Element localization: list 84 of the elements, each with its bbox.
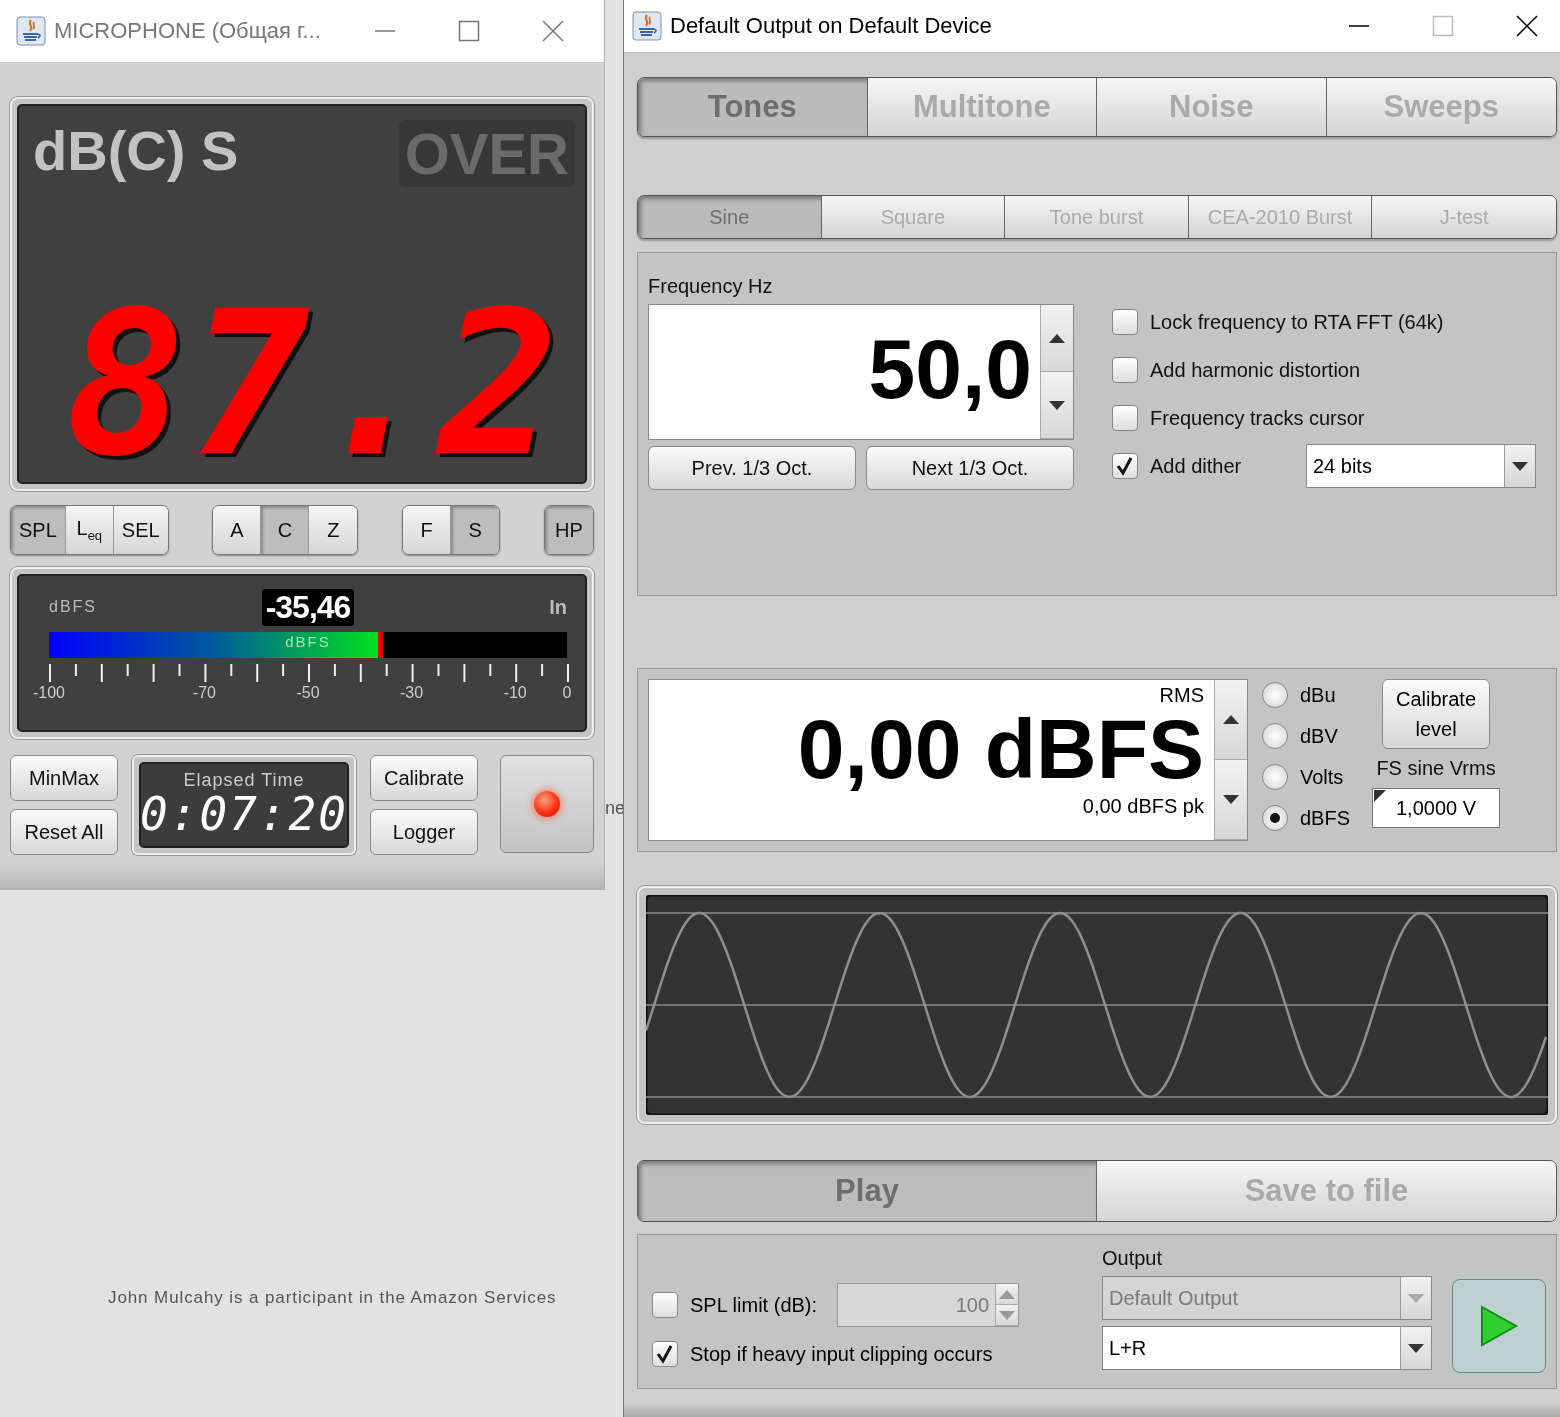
checkbox-label: Add harmonic distortion <box>1150 358 1361 382</box>
elapsed-time: 0:07:20 <box>140 791 348 837</box>
mode-button[interactable]: F <box>403 506 452 554</box>
next-octave-button[interactable]: Next 1/3 Oct. <box>866 446 1074 490</box>
action-button[interactable]: Calibrate <box>370 755 478 801</box>
scale-label: -10 <box>503 684 527 702</box>
scale-label: -30 <box>400 684 424 702</box>
prev-octave-button[interactable]: Prev. 1/3 Oct. <box>648 446 856 490</box>
checkbox[interactable] <box>652 1341 678 1367</box>
mode-button[interactable]: HP <box>544 506 593 554</box>
field-label: Frequency Hz <box>648 275 773 297</box>
maximize-icon[interactable] <box>458 20 480 42</box>
dropdown-arrow-icon <box>1408 1293 1424 1303</box>
mode-button[interactable]: C <box>261 506 310 554</box>
record-button[interactable] <box>500 755 594 853</box>
corner-mark-icon <box>1374 790 1387 802</box>
checkbox-label: Frequency tracks cursor <box>1150 406 1365 430</box>
radio-label: dBV <box>1300 724 1338 748</box>
mode-button[interactable]: A <box>213 506 262 554</box>
checkmark-icon <box>656 1344 674 1364</box>
dither-dropdown[interactable]: 24 bits <box>1306 444 1536 488</box>
calibrate-level-button[interactable]: Calibrate level <box>1382 679 1491 749</box>
play-icon <box>1479 1304 1519 1348</box>
coffee-cup-icon <box>16 16 46 46</box>
mode-button[interactable]: S <box>451 506 500 554</box>
up-arrow-icon <box>999 1289 1016 1299</box>
coffee-cup-icon <box>632 11 662 41</box>
channel-dropdown[interactable]: L+R <box>1102 1326 1432 1370</box>
radio-label: dBu <box>1300 683 1336 707</box>
weighting-label: dB(C) S <box>33 118 239 183</box>
radio-button[interactable] <box>1262 682 1288 708</box>
close-icon[interactable] <box>1516 15 1538 37</box>
radio-button[interactable] <box>1262 723 1288 749</box>
maximize-icon[interactable] <box>1432 15 1454 37</box>
mode-button[interactable]: SEL <box>113 506 168 554</box>
unit-label: dBFS <box>49 598 98 616</box>
window-title: MICROPHONE (Общая г... <box>54 18 322 44</box>
checkbox[interactable] <box>1112 357 1138 383</box>
field-label: Output <box>1102 1247 1164 1270</box>
spin-up-button[interactable] <box>1215 680 1247 760</box>
spin-up-button[interactable] <box>1041 305 1073 372</box>
action-button[interactable]: MinMax <box>10 755 118 801</box>
level-reading: 87.2 <box>65 267 563 500</box>
window-title: Default Output on Default Device <box>670 13 993 39</box>
up-arrow-icon <box>1223 715 1239 724</box>
checkbox[interactable] <box>1112 309 1138 335</box>
checkbox-label: Add dither <box>1150 454 1242 478</box>
mode-button[interactable]: L$_{eq}$ <box>65 506 114 554</box>
channel-label: In <box>548 595 567 619</box>
dropdown-arrow-icon <box>1408 1343 1424 1353</box>
down-arrow-icon <box>1223 795 1239 804</box>
level-field[interactable]: RMS 0,00 dBFS 0,00 dBFS pk <box>648 679 1248 841</box>
checkbox[interactable] <box>1112 405 1138 431</box>
mode-button[interactable]: SPL <box>11 506 66 554</box>
action-button[interactable]: Logger <box>370 809 478 855</box>
checkbox[interactable] <box>1112 453 1138 479</box>
dropdown-arrow-icon <box>1512 461 1528 471</box>
frequency-field[interactable]: 50,0 <box>648 304 1074 440</box>
vrms-field[interactable]: 1,0000 V <box>1372 788 1501 828</box>
action-button[interactable]: Reset All <box>10 809 118 855</box>
checkbox-label: SPL limit (dB): <box>690 1293 818 1317</box>
checkmark-icon <box>1116 456 1134 476</box>
radio-label: dBFS <box>1300 806 1351 830</box>
spin-down-button[interactable] <box>1215 760 1247 840</box>
field-label: FS sine Vrms <box>1376 757 1496 780</box>
play-button[interactable] <box>1452 1279 1546 1373</box>
checkbox-label: Stop if heavy input clipping occurs <box>690 1342 993 1366</box>
mode-button[interactable]: Z <box>309 506 358 554</box>
up-arrow-icon <box>1049 333 1065 343</box>
scale-label: -50 <box>296 684 320 702</box>
scale-label: -70 <box>192 684 216 702</box>
checkbox-label: Lock frequency to RTA FFT (64k) <box>1150 310 1444 334</box>
scale-label: -100 <box>33 684 65 702</box>
level-value: -35,46 <box>261 588 355 626</box>
scale-label: 0 <box>562 684 572 702</box>
bar-label: dBFS <box>285 633 331 650</box>
radio-button[interactable] <box>1262 805 1288 831</box>
down-arrow-icon <box>1049 400 1065 410</box>
radio-label: Volts <box>1300 765 1344 789</box>
down-arrow-icon <box>999 1310 1016 1320</box>
radio-button[interactable] <box>1262 764 1288 790</box>
affiliate-notice: John Mulcahy is a participant in the Amazon Services <box>108 1288 557 1307</box>
spin-down-button[interactable] <box>1041 372 1073 439</box>
elapsed-label: Elapsed Time <box>183 770 305 791</box>
